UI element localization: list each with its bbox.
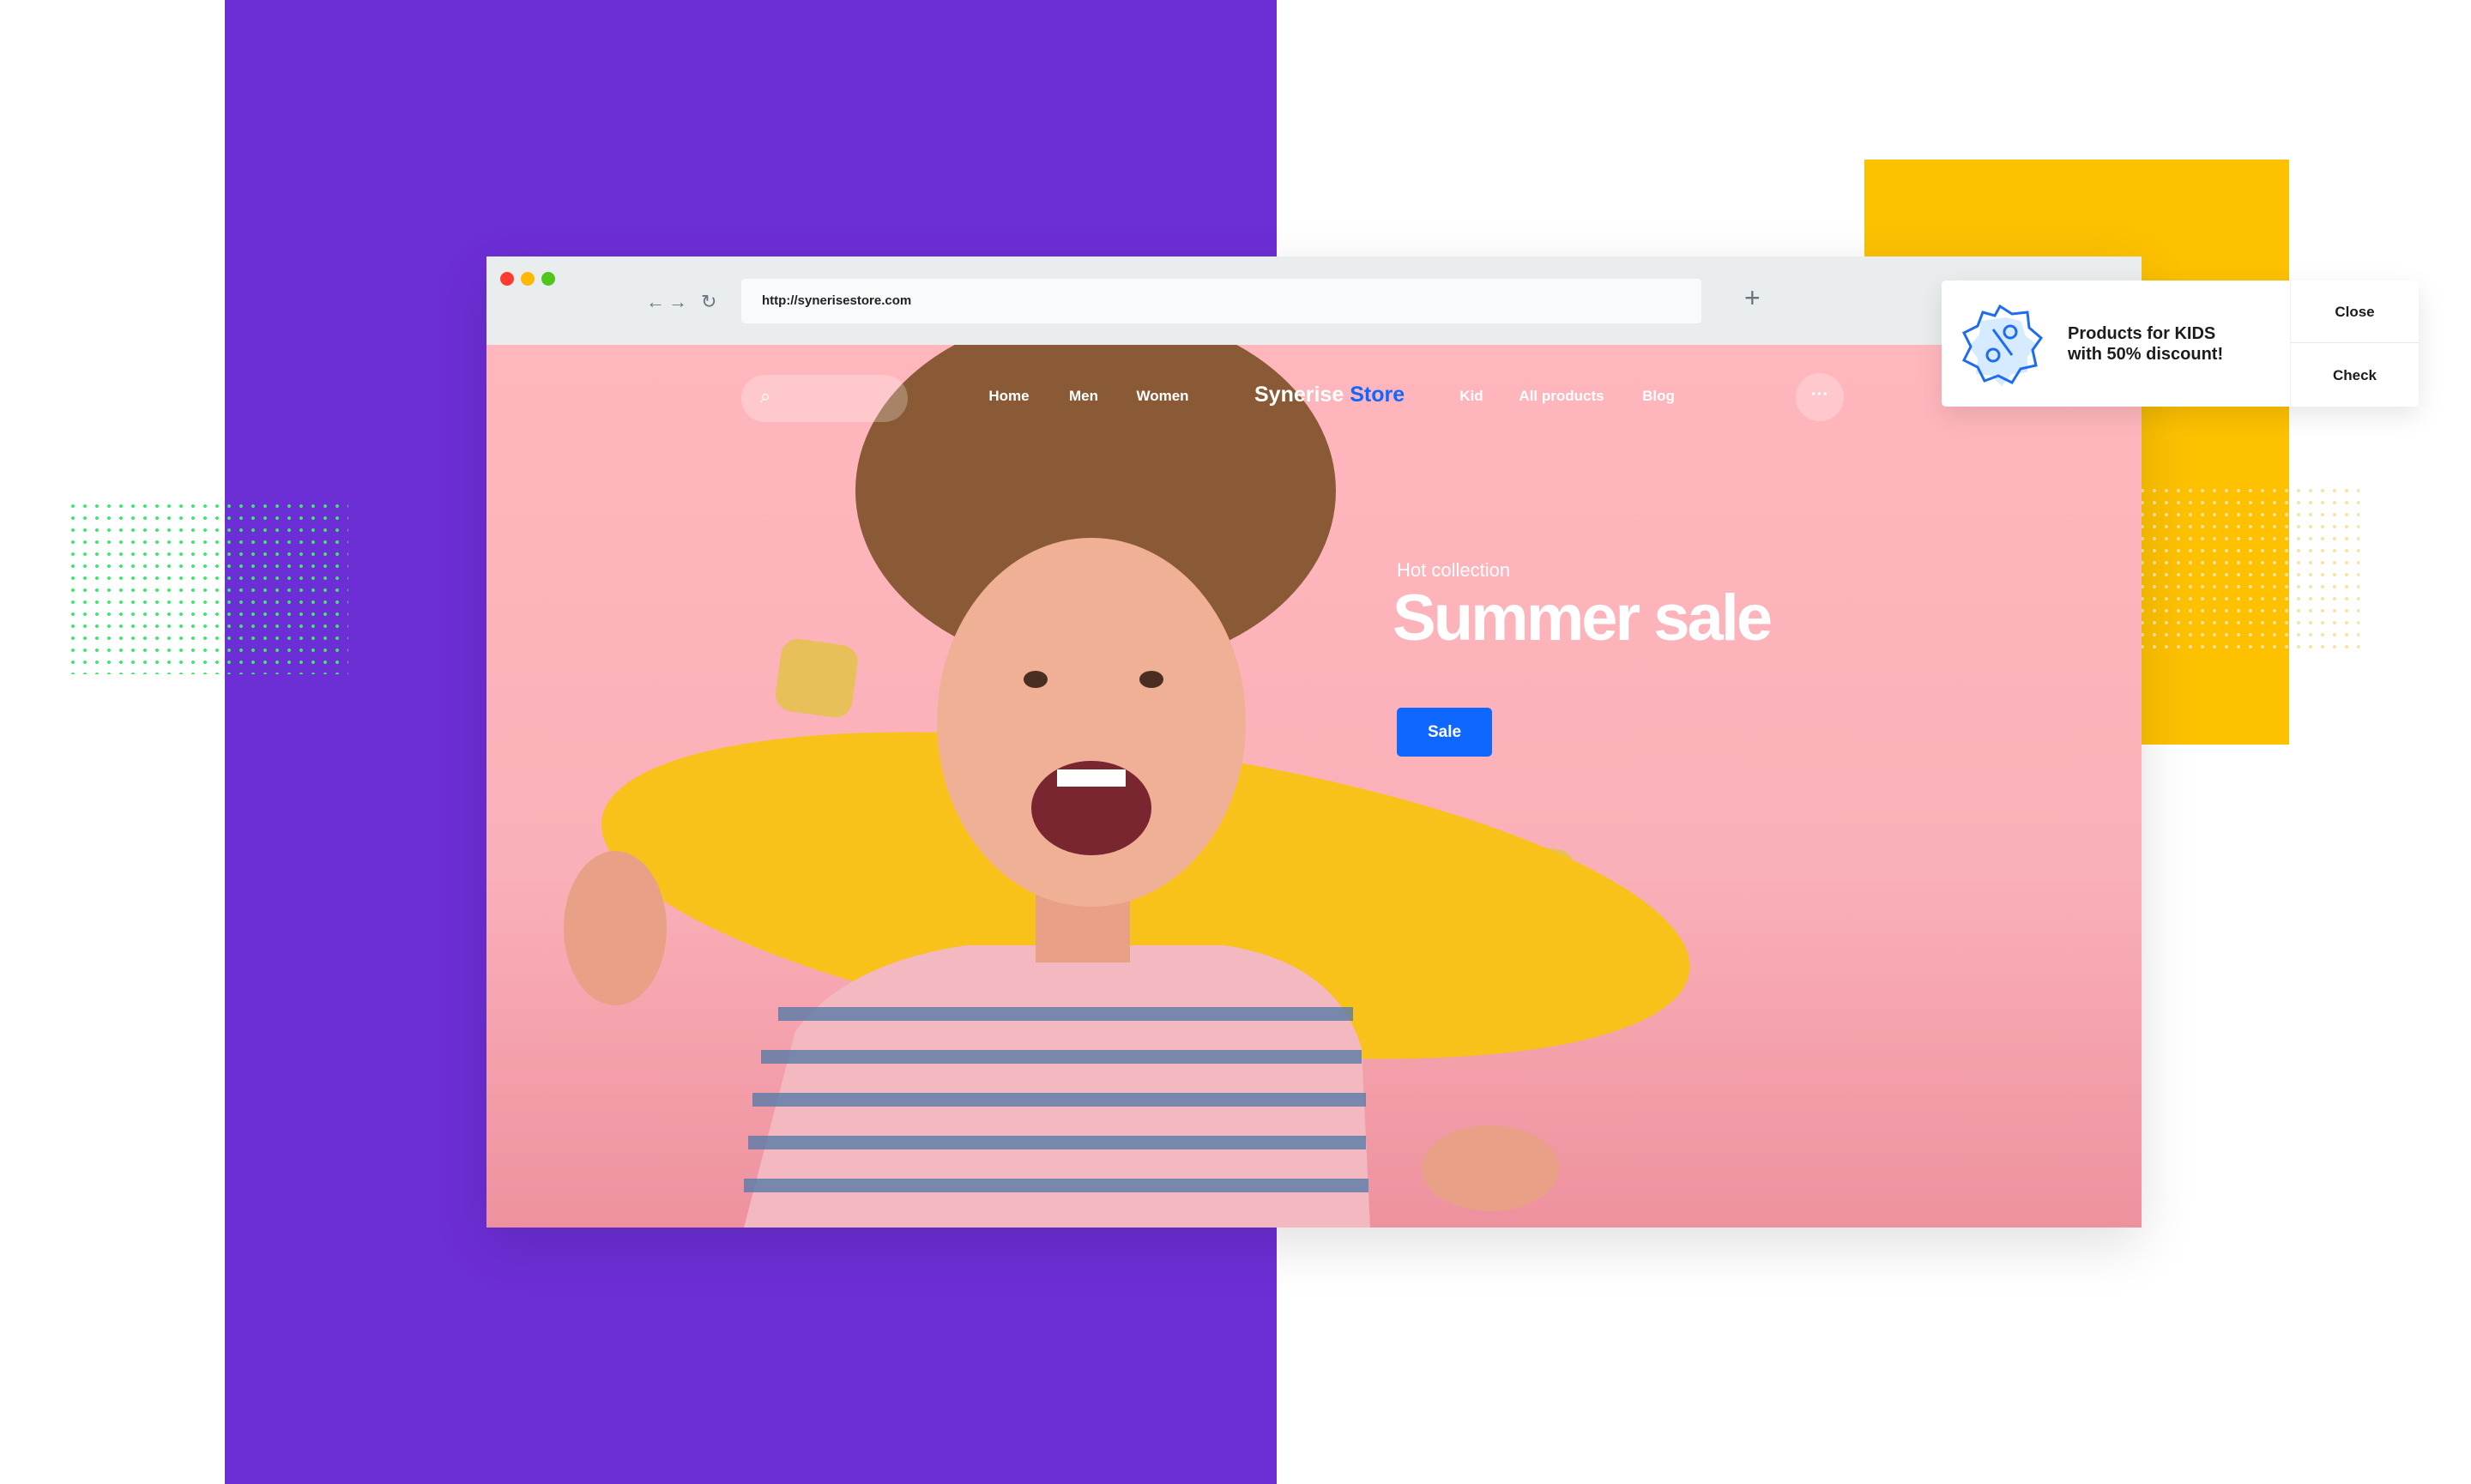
nav-kid[interactable]: Kid [1459,388,1483,405]
skateboard-wheel [775,638,858,718]
search-icon: ⌕ [760,385,771,407]
sale-button[interactable]: Sale [1397,708,1492,757]
arrow-right-icon[interactable]: → [668,291,687,313]
browser-toolbar: ← → ↻ http://synerisestore.com + [486,256,2142,345]
message-line-1: Products for KIDS [2068,324,2216,343]
hero-title: Summer sale [1393,582,1773,655]
nav-home[interactable]: Home [988,388,1029,405]
plus-icon[interactable]: + [1744,282,1761,314]
nav-men[interactable]: Men [1069,388,1098,405]
right-hand [1422,1125,1559,1211]
minimize-window-dot[interactable] [521,272,535,286]
search-input[interactable]: ⌕ [741,375,908,422]
green-dot-pattern [67,500,348,674]
notification-message: Products for KIDS with 50% discount! [2068,323,2223,365]
store-logo[interactable]: Synerise Store [1254,383,1405,407]
logo-first-word: Synerise [1254,383,1344,407]
reload-icon[interactable]: ↻ [701,291,716,313]
left-hand [564,851,667,1005]
browser-window: ← → ↻ http://synerisestore.com + ⌕ Home … [486,256,2142,1228]
hero-eyebrow: Hot collection [1397,559,1511,581]
discount-badge-icon [1961,304,2044,386]
hero-photo-kid-with-skateboard [564,345,1690,1228]
check-button[interactable]: Check [2290,344,2419,407]
close-window-dot[interactable] [500,272,514,286]
nav-all-products[interactable]: All products [1519,388,1604,405]
message-line-2: with 50% discount! [2068,345,2224,364]
close-button[interactable]: Close [2290,281,2419,343]
discount-notification: Products for KIDS with 50% discount! Clos… [1942,281,2419,407]
nav-blog[interactable]: Blog [1642,388,1675,405]
maximize-window-dot[interactable] [541,272,555,286]
hero-banner: ⌕ Home Men Women Synerise Store Kid All … [486,345,2142,1228]
nav-women[interactable]: Women [1136,388,1188,405]
logo-second-word: Store [1350,383,1405,407]
address-bar[interactable]: http://synerisestore.com [741,279,1701,323]
more-icon[interactable]: ··· [1796,373,1844,421]
arrow-left-icon[interactable]: ← [646,291,665,313]
